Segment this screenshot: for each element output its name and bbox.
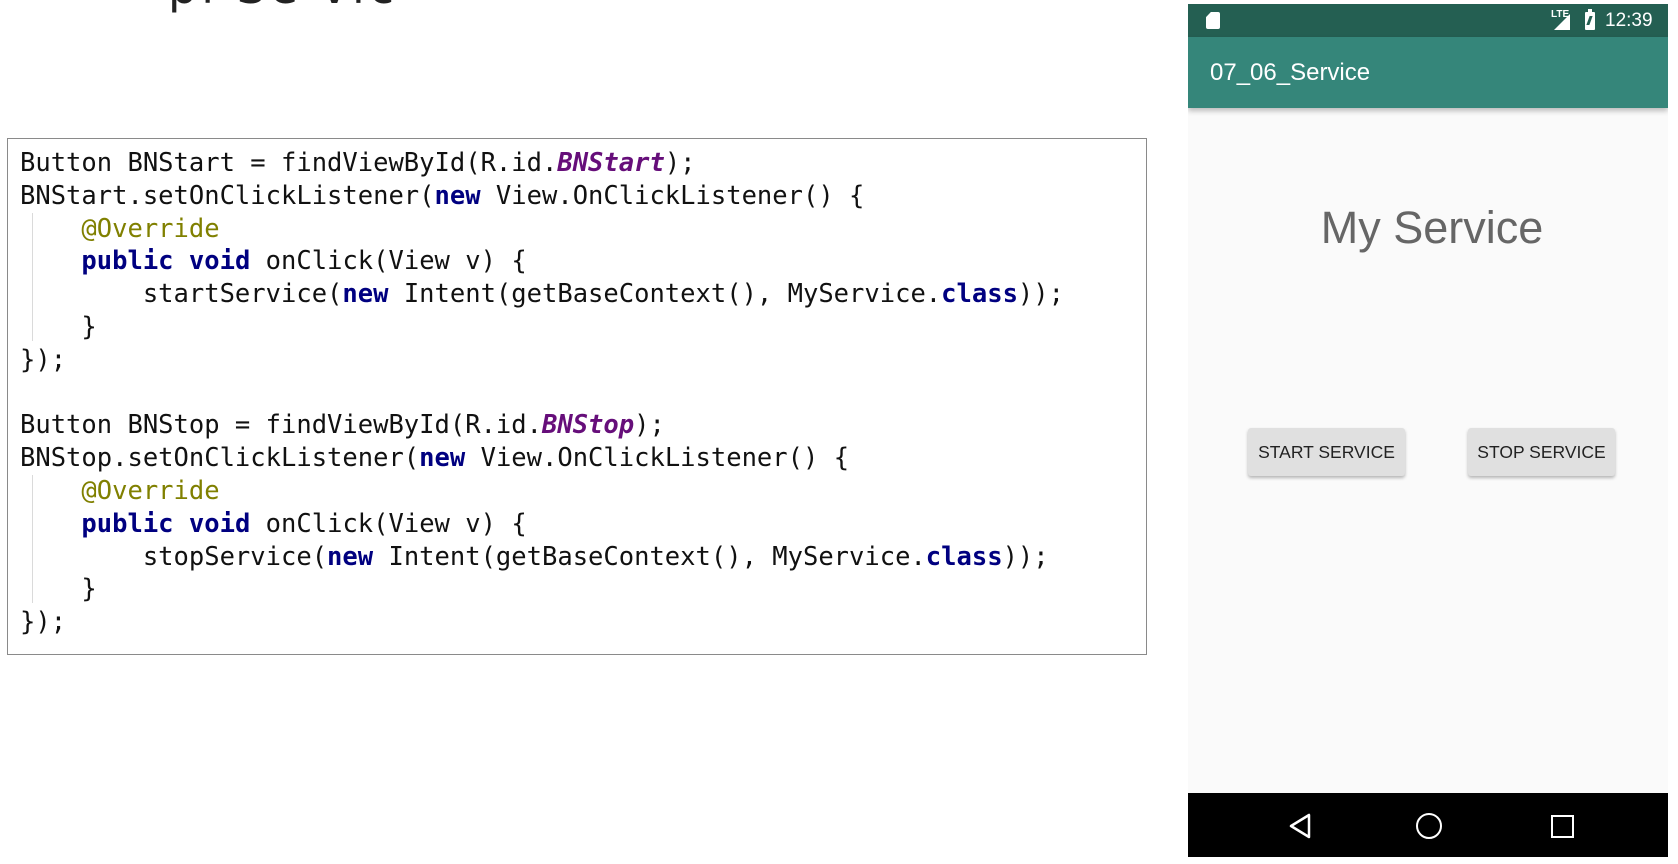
code-token: } [20, 311, 97, 342]
code-token: stopService( [20, 541, 328, 572]
code-token: Intent(getBaseContext(), MyService. [373, 541, 926, 572]
code-token: )); [1002, 541, 1049, 572]
code-token: ); [634, 410, 665, 441]
code-block: Button BNStart = findViewById(R.id.BNSta… [20, 147, 1064, 639]
battery-charging-icon [1585, 9, 1595, 30]
code-panel: Button BNStart = findViewById(R.id.BNSta… [7, 138, 1147, 655]
code-token: View.OnClickListener() { [465, 443, 850, 474]
code-token: public [81, 508, 174, 539]
code-line: startService(new Intent(getBaseContext()… [20, 278, 1064, 311]
code-line: }); [20, 606, 1064, 639]
code-token: @Override [81, 475, 220, 506]
code-line: BNStop.setOnClickListener(new View.OnCli… [20, 442, 1064, 475]
service-heading-text: My Service [1320, 202, 1544, 253]
start-service-button[interactable]: START SERVICE [1248, 428, 1405, 476]
status-time: 12:39 [1605, 10, 1653, 31]
code-token: public [81, 246, 174, 277]
code-line: @Override [20, 475, 1064, 508]
code-token: }); [20, 344, 67, 375]
code-token: } [20, 574, 97, 605]
navigation-bar [1188, 793, 1668, 857]
code-token: class [941, 279, 1018, 310]
code-token: }); [20, 607, 67, 638]
code-line: public void onClick(View v) { [20, 245, 1064, 278]
code-token: )); [1017, 279, 1064, 310]
code-token: @Override [81, 213, 220, 244]
code-token: void [188, 246, 251, 277]
sd-card-icon [1206, 12, 1220, 29]
code-token: Intent(getBaseContext(), MyService. [388, 279, 942, 310]
code-line: Button BNStart = findViewById(R.id.BNSta… [20, 147, 1064, 180]
app-bar: 07_06_Service [1188, 37, 1668, 108]
code-token: new [327, 541, 374, 572]
code-line: }); [20, 344, 1064, 377]
code-token: void [188, 508, 251, 539]
code-line: } [20, 311, 1064, 344]
code-line: public void onClick(View v) { [20, 508, 1064, 541]
code-token: BNStop.setOnClickListener( [20, 443, 420, 474]
code-token: BNStop [541, 410, 635, 441]
status-bar: LTE 12:39 [1188, 4, 1668, 37]
code-line: @Override [20, 213, 1064, 246]
code-token: startService( [20, 279, 343, 310]
code-token: ); [664, 148, 696, 178]
app-title: 07_06_Service [1210, 59, 1371, 86]
nav-back-icon[interactable] [1288, 813, 1314, 839]
code-token: class [925, 541, 1003, 572]
code-token: onClick(View v) { [250, 508, 527, 539]
phone-screen: LTE 12:39 07_06_Service My Service START… [1188, 4, 1668, 857]
code-token: BNStart [557, 148, 665, 178]
code-token: Button BNStart = findViewById(R.id. [20, 148, 558, 178]
nav-recents-icon[interactable] [1551, 815, 1574, 838]
code-line: } [20, 573, 1064, 606]
code-token: new [342, 279, 389, 310]
lte-signal-icon [1554, 14, 1570, 30]
stop-service-button[interactable]: STOP SERVICE [1468, 428, 1615, 476]
nav-home-icon[interactable] [1416, 813, 1442, 839]
slide: pl Se vic Button BNStart = findViewById(… [0, 0, 1678, 864]
service-heading: My Service [1188, 202, 1668, 254]
code-token: new [419, 443, 466, 474]
code-token: Button BNStop = findViewById(R.id. [20, 410, 542, 441]
code-token: BNStart.setOnClickListener( [20, 180, 435, 211]
slide-title-fragment: pl Se vic [168, 0, 398, 14]
code-line: stopService(new Intent(getBaseContext(),… [20, 541, 1064, 574]
code-line: BNStart.setOnClickListener(new View.OnCl… [20, 180, 1064, 213]
code-token: new [434, 180, 481, 211]
code-token: View.OnClickListener() { [480, 180, 865, 211]
code-token: onClick(View v) { [250, 246, 527, 277]
code-line: Button BNStop = findViewById(R.id.BNStop… [20, 409, 1064, 442]
